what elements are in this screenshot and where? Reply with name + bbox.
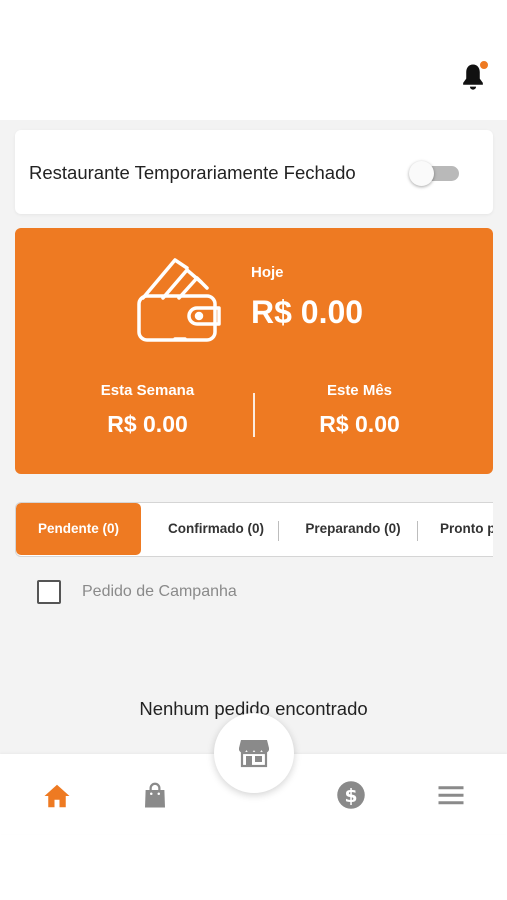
tab-pronto[interactable]: Pronto p: [440, 503, 493, 555]
tab-pendente[interactable]: Pendente (0): [16, 503, 141, 555]
tab-confirmado[interactable]: Confirmado (0): [151, 503, 281, 555]
tab-separator: [278, 521, 279, 541]
today-label: Hoje: [251, 264, 284, 281]
home-icon[interactable]: [42, 781, 72, 811]
campaign-label: Pedido de Campanha: [82, 583, 237, 600]
month-value: R$ 0.00: [319, 411, 400, 437]
top-bar: [0, 0, 507, 120]
storefront-button[interactable]: [214, 713, 294, 793]
earnings-card: Hoje R$ 0.00 Esta Semana R$ 0.00 Este Mê…: [15, 228, 493, 474]
dollar-circle-icon[interactable]: $: [336, 780, 366, 810]
tab-preparando[interactable]: Preparando (0): [288, 503, 418, 555]
svg-text:$: $: [344, 786, 357, 807]
order-status-tabs: Pendente (0) Confirmado (0) Preparando (…: [15, 502, 493, 557]
storefront-icon: [239, 740, 269, 768]
notification-badge: [479, 60, 489, 70]
month-earnings: Este Mês R$ 0.00: [227, 382, 492, 438]
shopping-bag-icon[interactable]: [140, 780, 170, 810]
wallet-icon: [137, 258, 221, 342]
restaurant-closed-toggle[interactable]: [409, 161, 459, 186]
campaign-checkbox[interactable]: [37, 580, 61, 604]
today-value: R$ 0.00: [251, 294, 364, 330]
month-label: Este Mês: [326, 382, 393, 399]
menu-icon[interactable]: [436, 780, 466, 810]
restaurant-status-label: Restaurante Temporariamente Fechado: [29, 162, 356, 183]
tab-separator: [417, 521, 418, 541]
restaurant-status-card: Restaurante Temporariamente Fechado: [15, 130, 493, 214]
toggle-knob: [409, 161, 434, 186]
